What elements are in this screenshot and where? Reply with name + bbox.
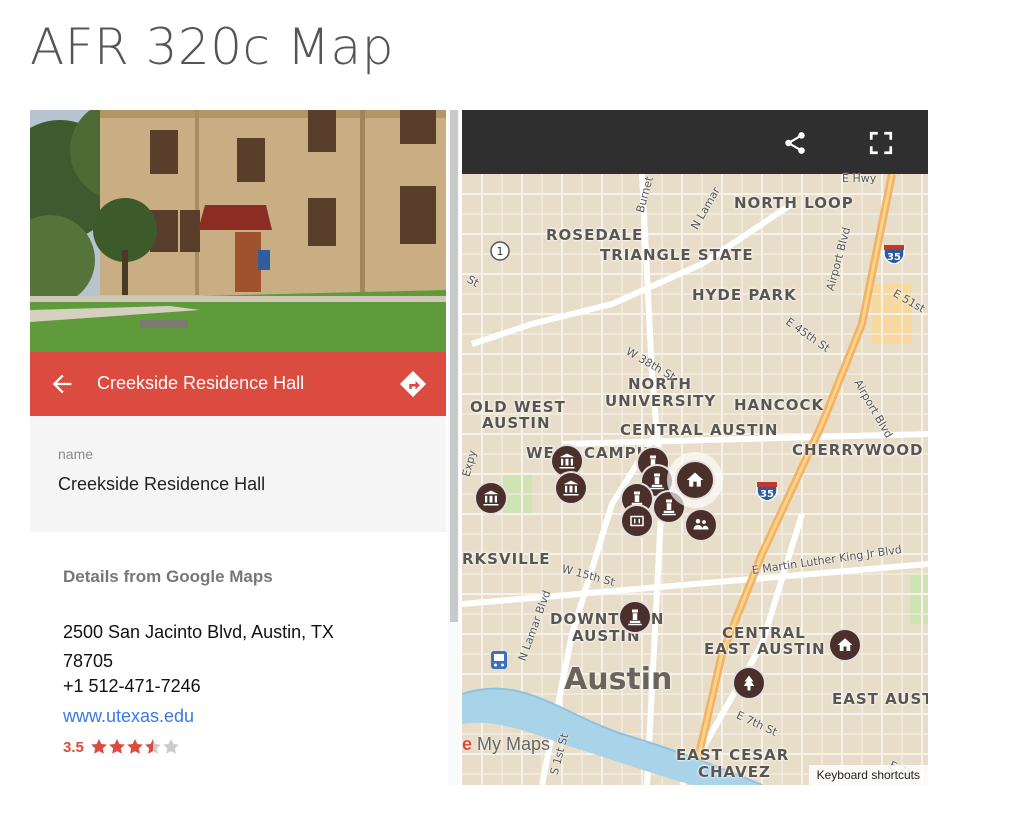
map-toolbar	[462, 110, 928, 174]
rating-star	[144, 739, 161, 754]
stadium-icon	[630, 515, 644, 527]
rating-star	[126, 739, 143, 754]
shield-number: 35	[760, 489, 774, 500]
tree-icon	[743, 675, 755, 691]
map-marker-museum[interactable]	[554, 471, 588, 505]
details-heading: Details from Google Maps	[63, 567, 273, 586]
map-marker-home[interactable]	[828, 628, 862, 662]
name-field-box: name Creekside Residence Hall	[30, 416, 446, 532]
place-info-panel: Creekside Residence Hall name Creekside …	[30, 110, 446, 785]
shield-number: 1	[497, 245, 504, 258]
fullscreen-button[interactable]	[868, 130, 894, 156]
label-rosedale: ROSEDALE	[546, 226, 644, 244]
place-title: Creekside Residence Hall	[97, 373, 305, 393]
address: 2500 San Jacinto Blvd, Austin, TX 78705	[63, 618, 383, 676]
logo-text: My Maps	[477, 734, 551, 754]
arrow-left-icon	[52, 374, 72, 394]
label-east-aust: EAST AUST	[832, 690, 928, 708]
name-label: name	[58, 446, 94, 462]
label-triangle-state: TRIANGLE STATE	[600, 246, 754, 264]
panel-scrollbar[interactable]	[448, 110, 460, 785]
monument-icon	[628, 609, 642, 626]
scroll-thumb[interactable]	[450, 110, 458, 622]
map-canvas[interactable]: NORTH LOOP ROSEDALE TRIANGLE STATE HYDE …	[462, 172, 928, 785]
rating-star	[108, 739, 125, 754]
phone-number: +1 512-471-7246	[63, 676, 201, 696]
directions-button[interactable]	[398, 369, 428, 399]
rating: 3.5	[63, 736, 180, 758]
directions-icon	[399, 370, 427, 398]
place-title-bar: Creekside Residence Hall	[30, 352, 446, 416]
star-rating	[90, 739, 179, 754]
label-cherrywood: CHERRYWOOD	[792, 441, 924, 459]
highway-shield-tx1: 1	[490, 241, 510, 266]
label-north: NORTH	[628, 375, 692, 393]
map-embed: NORTH LOOP ROSEDALE TRIANGLE STATE HYDE …	[462, 110, 928, 785]
keyboard-shortcuts-link[interactable]: Keyboard shortcuts	[808, 765, 928, 785]
address-line: 78705	[63, 651, 114, 671]
rating-star	[162, 739, 179, 754]
museum-icon	[483, 490, 499, 506]
label-hancock: HANCOCK	[734, 396, 825, 414]
label-university: UNIVERSITY	[605, 392, 717, 410]
label-chavez: CHAVEZ	[698, 763, 771, 781]
museum-icon	[563, 480, 579, 496]
name-value: Creekside Residence Hall	[58, 474, 266, 494]
fullscreen-icon	[869, 131, 893, 155]
home-icon	[837, 638, 853, 651]
back-button[interactable]	[48, 370, 76, 398]
rating-value: 3.5	[63, 738, 84, 756]
highway-shield-i35-central: 35	[755, 479, 779, 506]
map-marker-park[interactable]	[732, 666, 766, 700]
map-marker-home-selected[interactable]	[675, 460, 715, 500]
label-clarksville: RKSVILLE	[462, 550, 551, 568]
label-city-austin: Austin	[564, 662, 673, 697]
website-link[interactable]: www.utexas.edu	[63, 706, 194, 727]
label-north-loop: NORTH LOOP	[734, 194, 854, 212]
share-icon	[785, 132, 805, 154]
label-central-austin: CENTRAL AUSTIN	[620, 421, 779, 439]
street-e-hwy: E Hwy	[842, 172, 877, 185]
home-icon	[686, 472, 704, 487]
map-marker-stadium[interactable]	[620, 504, 654, 538]
highway-shield-i35-north: 35	[882, 242, 906, 269]
label-east-cesar: EAST CESAR	[676, 746, 790, 764]
monument-icon	[662, 499, 676, 516]
map-marker-museum[interactable]	[474, 481, 508, 515]
museum-icon	[559, 453, 575, 469]
page-title: AFR 320c Map	[30, 18, 394, 76]
rating-star	[90, 739, 107, 754]
transit-icon	[490, 650, 508, 675]
share-button[interactable]	[782, 130, 808, 156]
place-photo	[30, 110, 446, 352]
address-line: 2500 San Jacinto Blvd, Austin, TX	[63, 622, 334, 642]
map-marker-monument[interactable]	[618, 600, 652, 634]
map-marker-community[interactable]	[684, 508, 718, 542]
label-east-austin: EAST AUSTIN	[704, 640, 826, 658]
label-hyde-park: HYDE PARK	[692, 286, 797, 304]
monument-icon	[650, 473, 664, 490]
label-old-west-austin: AUSTIN	[482, 414, 551, 432]
my-maps-logo: e My Maps	[462, 734, 551, 754]
people-icon	[693, 519, 709, 530]
shield-number: 35	[887, 252, 901, 263]
